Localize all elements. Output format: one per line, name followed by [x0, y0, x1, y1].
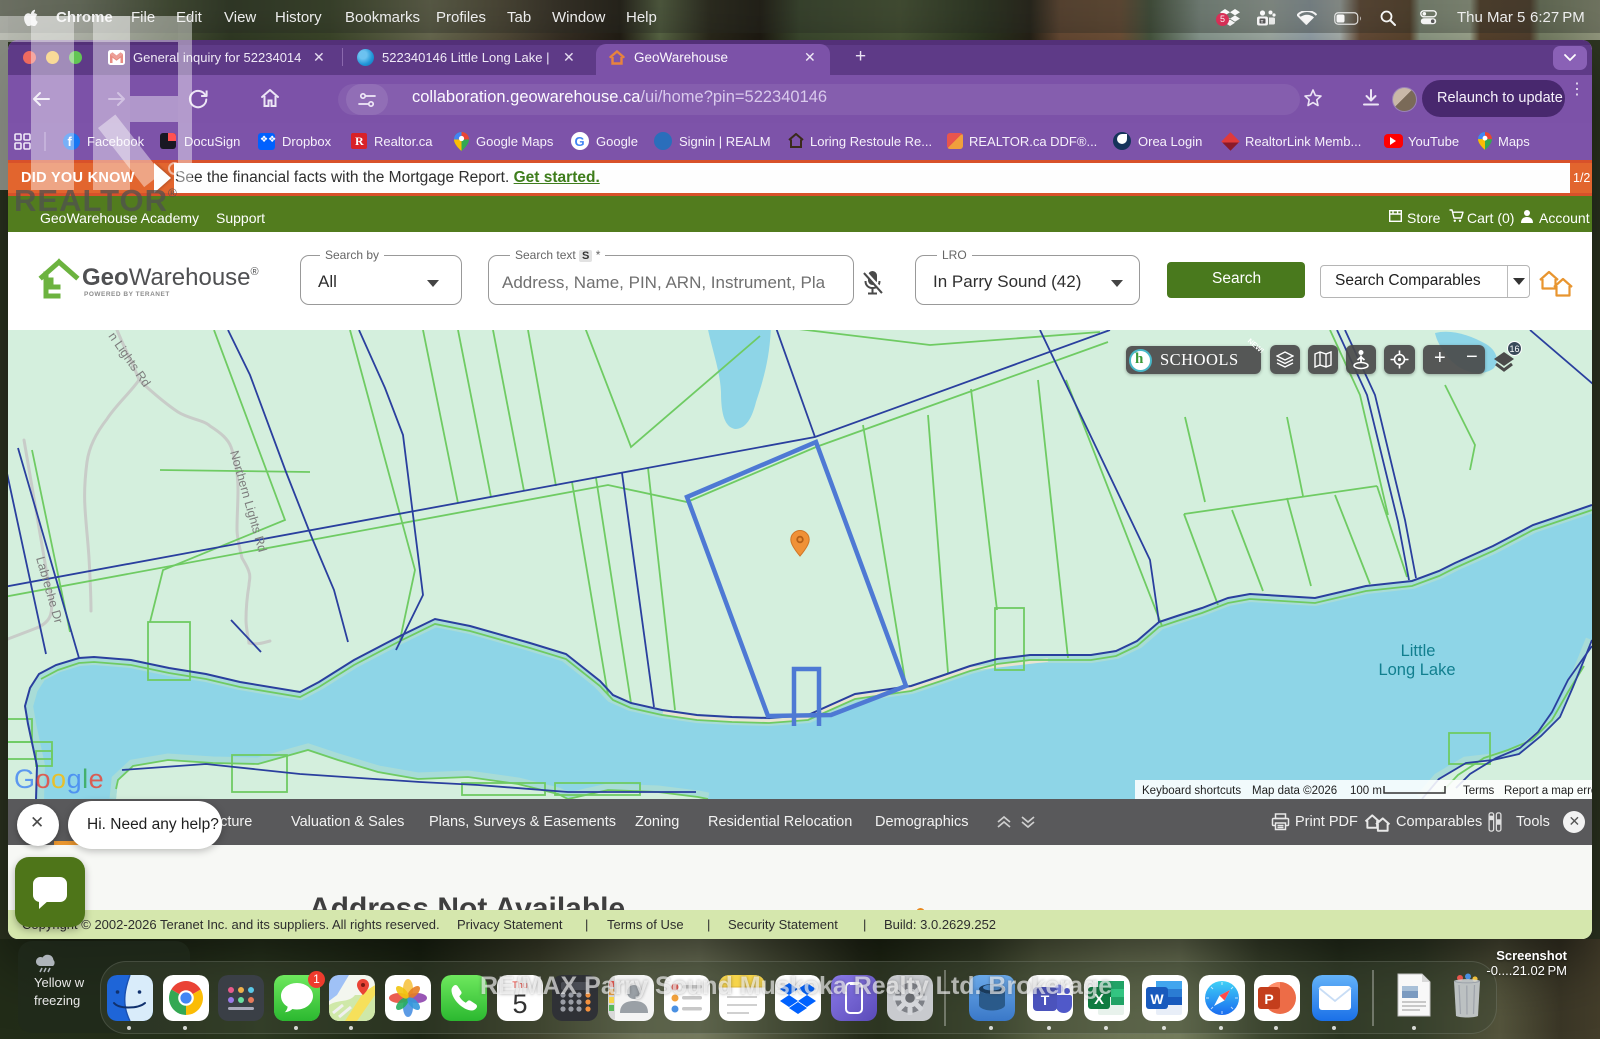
svg-text:Keyboard shortcuts: Keyboard shortcuts [1142, 785, 1241, 797]
svg-text:W: W [1150, 991, 1164, 1007]
svg-text:Report a map error: Report a map error [1504, 785, 1592, 797]
svg-text:Little: Little [1401, 642, 1436, 660]
svg-text:n Lights Rd: n Lights Rd [106, 330, 154, 390]
svg-text:T: T [1261, 19, 1264, 24]
svg-text:Google: Google [14, 764, 104, 794]
svg-text:Northern Lights Rd: Northern Lights Rd [227, 449, 269, 554]
svg-text:100 m: 100 m [1350, 785, 1382, 797]
svg-text:Terms: Terms [1463, 785, 1495, 797]
svg-text:P: P [1264, 991, 1273, 1007]
svg-text:Long Lake: Long Lake [1378, 661, 1455, 679]
svg-text:Map data ©2026: Map data ©2026 [1252, 785, 1337, 797]
